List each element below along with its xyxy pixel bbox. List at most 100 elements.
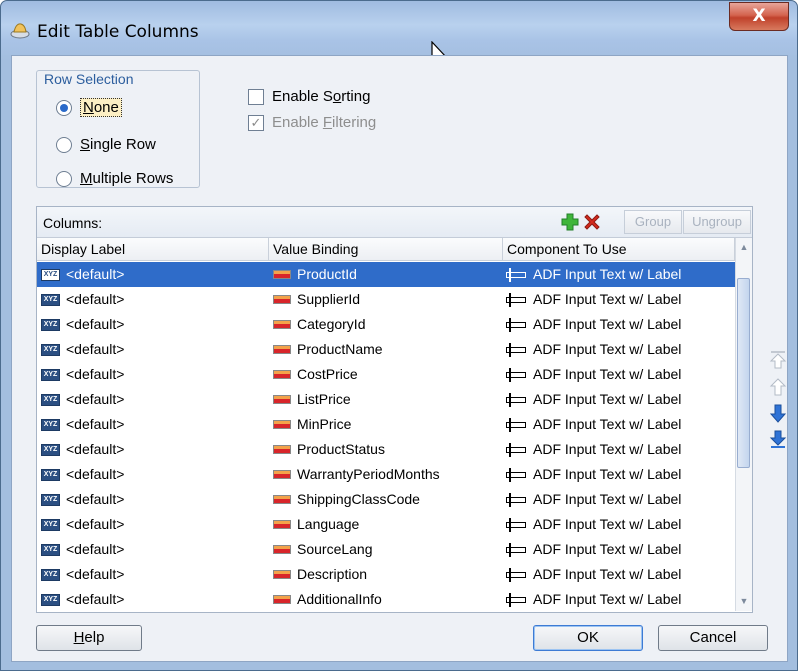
table-row[interactable]: XYZ <default> Description ADF Input Text w/… — [37, 562, 735, 587]
radio-multiple-rows-indicator[interactable] — [56, 170, 72, 187]
attribute-binding-icon — [273, 320, 291, 329]
display-label-cell[interactable]: XYZ <default> — [41, 387, 269, 412]
value-binding-text: CategoryId — [297, 316, 366, 332]
cancel-button[interactable]: Cancel — [658, 625, 768, 651]
radio-none-indicator[interactable] — [56, 99, 72, 116]
enable-filtering-box[interactable]: ✓ — [248, 114, 264, 131]
add-column-icon[interactable] — [561, 213, 579, 231]
ungroup-button[interactable]: Ungroup — [683, 210, 751, 234]
display-label-cell[interactable]: XYZ <default> — [41, 362, 269, 387]
table-row[interactable]: XYZ <default> WarrantyPeriodMonths ADF Inpu… — [37, 462, 735, 487]
value-binding-cell[interactable]: ListPrice — [273, 387, 501, 412]
display-label-cell[interactable]: XYZ <default> — [41, 562, 269, 587]
radio-multiple-rows[interactable]: Multiple Rows — [56, 170, 173, 187]
value-binding-cell[interactable]: MinPrice — [273, 412, 501, 437]
display-label-cell[interactable]: XYZ <default> — [41, 412, 269, 437]
move-to-bottom-icon[interactable] — [767, 430, 789, 450]
table-row[interactable]: XYZ <default> ProductId ADF Input Text w/ L… — [37, 262, 735, 287]
scroll-down-arrow-icon[interactable]: ▼ — [739, 596, 749, 606]
table-row[interactable]: XYZ <default> SupplierId ADF Input Text w/ … — [37, 287, 735, 312]
value-binding-cell[interactable]: ProductName — [273, 337, 501, 362]
table-row[interactable]: XYZ <default> SourceLang ADF Input Text w/ … — [37, 537, 735, 562]
component-cell[interactable]: ADF Input Text w/ Label — [505, 487, 735, 512]
value-binding-cell[interactable]: CategoryId — [273, 312, 501, 337]
component-cell[interactable]: ADF Input Text w/ Label — [505, 562, 735, 587]
radio-single-row-label: Single Row — [80, 136, 156, 153]
component-cell[interactable]: ADF Input Text w/ Label — [505, 337, 735, 362]
display-label-cell[interactable]: XYZ <default> — [41, 262, 269, 287]
input-text-component-icon — [505, 542, 527, 557]
display-label-cell[interactable]: XYZ <default> — [41, 512, 269, 537]
component-cell[interactable]: ADF Input Text w/ Label — [505, 362, 735, 387]
radio-none[interactable]: None — [56, 98, 122, 117]
input-text-component-icon — [505, 392, 527, 407]
component-cell[interactable]: ADF Input Text w/ Label — [505, 412, 735, 437]
radio-single-row[interactable]: Single Row — [56, 136, 156, 153]
scrollbar-thumb[interactable] — [737, 278, 750, 468]
table-vertical-scrollbar[interactable]: ▲ ▼ — [735, 238, 752, 611]
display-label-cell[interactable]: XYZ <default> — [41, 587, 269, 612]
value-binding-cell[interactable]: SupplierId — [273, 287, 501, 312]
value-binding-cell[interactable]: Language — [273, 512, 501, 537]
move-to-top-icon[interactable] — [767, 350, 789, 370]
enable-sorting-checkbox[interactable]: Enable Sorting — [248, 88, 370, 105]
component-cell[interactable]: ADF Input Text w/ Label — [505, 537, 735, 562]
value-binding-cell[interactable]: ShippingClassCode — [273, 487, 501, 512]
table-row[interactable]: XYZ <default> Language ADF Input Text w/ La… — [37, 512, 735, 537]
scroll-up-arrow-icon[interactable]: ▲ — [739, 242, 749, 252]
component-text: ADF Input Text w/ Label — [533, 366, 682, 382]
display-label-icon: XYZ — [41, 268, 60, 281]
value-binding-cell[interactable]: WarrantyPeriodMonths — [273, 462, 501, 487]
attribute-binding-icon — [273, 270, 291, 279]
table-row[interactable]: XYZ <default> ProductName ADF Input Text w/… — [37, 337, 735, 362]
close-button[interactable]: X — [729, 2, 789, 31]
display-label-cell[interactable]: XYZ <default> — [41, 487, 269, 512]
ok-button[interactable]: OK — [533, 625, 643, 651]
value-binding-cell[interactable]: Description — [273, 562, 501, 587]
component-cell[interactable]: ADF Input Text w/ Label — [505, 512, 735, 537]
move-up-icon[interactable] — [767, 377, 789, 397]
table-row[interactable]: XYZ <default> ProductStatus ADF Input Text … — [37, 437, 735, 462]
display-label-cell[interactable]: XYZ <default> — [41, 337, 269, 362]
delete-column-icon[interactable] — [583, 213, 601, 231]
component-cell[interactable]: ADF Input Text w/ Label — [505, 587, 735, 612]
component-cell[interactable]: ADF Input Text w/ Label — [505, 287, 735, 312]
display-label-cell[interactable]: XYZ <default> — [41, 287, 269, 312]
component-text: ADF Input Text w/ Label — [533, 416, 682, 432]
group-button[interactable]: Group — [624, 210, 682, 234]
header-value-binding[interactable]: Value Binding — [269, 238, 503, 261]
display-label-cell[interactable]: XYZ <default> — [41, 462, 269, 487]
display-label-icon: XYZ — [41, 318, 60, 331]
component-cell[interactable]: ADF Input Text w/ Label — [505, 312, 735, 337]
enable-filtering-checkbox[interactable]: ✓ Enable Filtering — [248, 114, 376, 131]
component-cell[interactable]: ADF Input Text w/ Label — [505, 462, 735, 487]
table-row[interactable]: XYZ <default> CostPrice ADF Input Text w/ L… — [37, 362, 735, 387]
value-binding-cell[interactable]: AdditionalInfo — [273, 587, 501, 612]
enable-sorting-box[interactable] — [248, 88, 264, 105]
input-text-component-icon — [505, 567, 527, 582]
value-binding-cell[interactable]: ProductId — [273, 262, 501, 287]
display-label-cell[interactable]: XYZ <default> — [41, 437, 269, 462]
table-row[interactable]: XYZ <default> AdditionalInfo ADF Input Text… — [37, 587, 735, 612]
help-button[interactable]: Help — [36, 625, 142, 651]
input-text-component-icon — [505, 292, 527, 307]
move-down-icon[interactable] — [767, 404, 789, 424]
input-text-component-icon — [505, 342, 527, 357]
header-display-label[interactable]: Display Label — [37, 238, 269, 261]
component-cell[interactable]: ADF Input Text w/ Label — [505, 387, 735, 412]
value-binding-cell[interactable]: SourceLang — [273, 537, 501, 562]
table-row[interactable]: XYZ <default> ListPrice ADF Input Text w/ L… — [37, 387, 735, 412]
value-binding-cell[interactable]: CostPrice — [273, 362, 501, 387]
table-row[interactable]: XYZ <default> ShippingClassCode ADF Input T… — [37, 487, 735, 512]
component-cell[interactable]: ADF Input Text w/ Label — [505, 437, 735, 462]
radio-single-row-indicator[interactable] — [56, 136, 72, 153]
value-binding-cell[interactable]: ProductStatus — [273, 437, 501, 462]
table-row[interactable]: XYZ <default> MinPrice ADF Input Text w/ La… — [37, 412, 735, 437]
display-label-cell[interactable]: XYZ <default> — [41, 537, 269, 562]
header-component-to-use[interactable]: Component To Use — [503, 238, 735, 261]
dialog-body: Row Selection None Single Row Multiple R… — [11, 55, 788, 662]
table-row[interactable]: XYZ <default> CategoryId ADF Input Text w/ … — [37, 312, 735, 337]
display-label-cell[interactable]: XYZ <default> — [41, 312, 269, 337]
title-bar[interactable]: Edit Table Columns X — [1, 1, 797, 63]
component-cell[interactable]: ADF Input Text w/ Label — [505, 262, 735, 287]
